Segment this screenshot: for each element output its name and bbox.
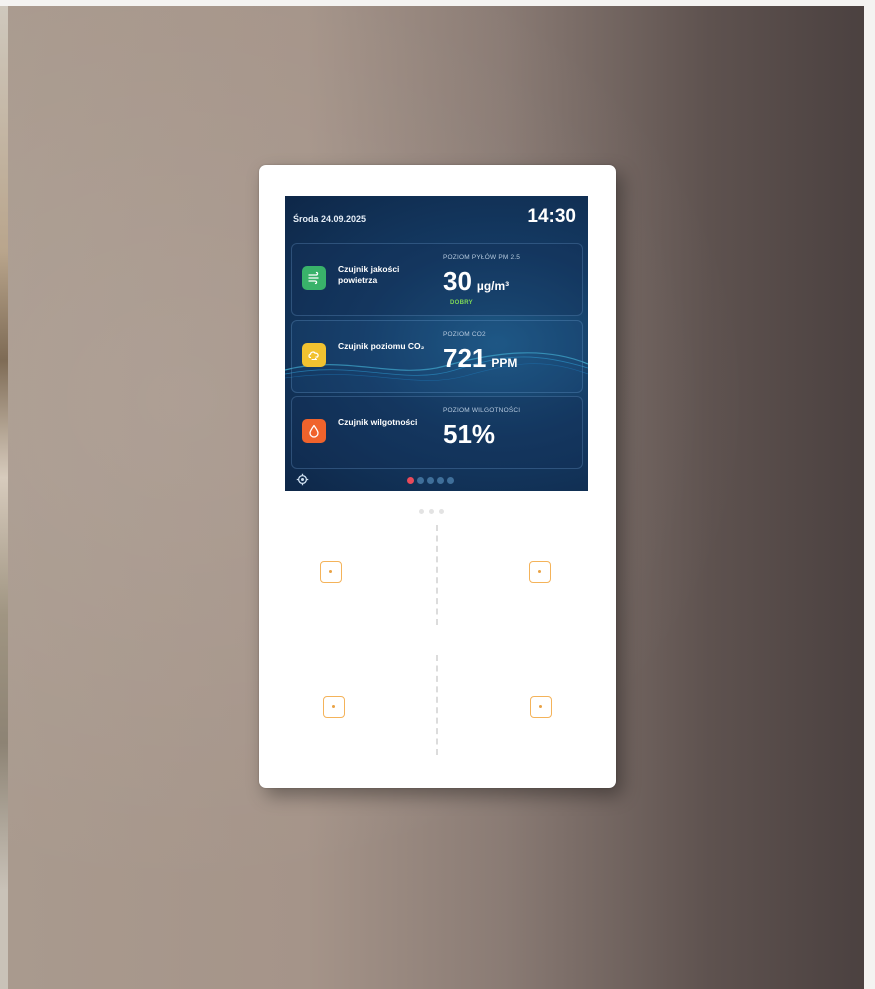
smart-home-panel: Środa 24.09.2025 14:30 Czujnik jakości p…	[259, 165, 616, 788]
metric-number: 30	[443, 266, 472, 296]
humidity-card[interactable]: Czujnik wilgotności POZIOM WILGOTNOŚCI 5…	[291, 396, 583, 469]
vertical-divider	[436, 525, 438, 625]
metric-value: 30 µg/m³	[443, 266, 509, 297]
humidity-drop-icon	[302, 419, 326, 443]
touch-button-top-left[interactable]	[320, 561, 342, 583]
co2-card[interactable]: Czujnik poziomu CO₂ POZIOM CO2 721 PPM	[291, 320, 583, 393]
touch-button-bottom-right[interactable]	[530, 696, 552, 718]
metric-label: POZIOM WILGOTNOŚCI	[443, 407, 521, 414]
indicator-dot	[419, 509, 424, 514]
sensor-name: Czujnik poziomu CO₂	[338, 341, 425, 351]
metric-unit: µg/m³	[476, 279, 510, 293]
metric-number: 721	[443, 343, 487, 373]
touch-screen: Środa 24.09.2025 14:30 Czujnik jakości p…	[285, 196, 588, 491]
screen-footer	[285, 469, 588, 491]
touch-button-bottom-left[interactable]	[323, 696, 345, 718]
page-dot[interactable]	[427, 477, 434, 484]
page-indicator[interactable]	[407, 477, 454, 484]
air-quality-icon	[302, 266, 326, 290]
hardware-indicator-dots	[419, 509, 444, 514]
gear-icon[interactable]	[296, 473, 309, 486]
metric-number: 51%	[443, 419, 496, 449]
clock: 14:30	[527, 206, 576, 227]
vertical-divider	[436, 655, 438, 755]
metric-value: 51%	[443, 419, 500, 450]
status-label: DOBRY	[450, 300, 473, 306]
sensor-name: Czujnik jakości powietrza	[338, 264, 400, 285]
date-label: Środa 24.09.2025	[293, 214, 367, 224]
metric-value: 721 PPM	[443, 343, 517, 374]
metric-label: POZIOM PYŁÓW PM 2.5	[443, 254, 521, 261]
status-bar: Środa 24.09.2025 14:30	[293, 206, 576, 232]
touch-button-top-right[interactable]	[529, 561, 551, 583]
metric-label: POZIOM CO2	[443, 331, 486, 338]
co2-icon	[302, 343, 326, 367]
page-dot[interactable]	[447, 477, 454, 484]
indicator-dot	[429, 509, 434, 514]
sensor-name: Czujnik wilgotności	[338, 417, 418, 427]
page-dot[interactable]	[407, 477, 414, 484]
background-photo-edge	[0, 6, 8, 989]
air-quality-card[interactable]: Czujnik jakości powietrza POZIOM PYŁÓW P…	[291, 243, 583, 316]
metric-unit: PPM	[491, 356, 518, 370]
page-dot[interactable]	[417, 477, 424, 484]
page-dot[interactable]	[437, 477, 444, 484]
indicator-dot	[439, 509, 444, 514]
